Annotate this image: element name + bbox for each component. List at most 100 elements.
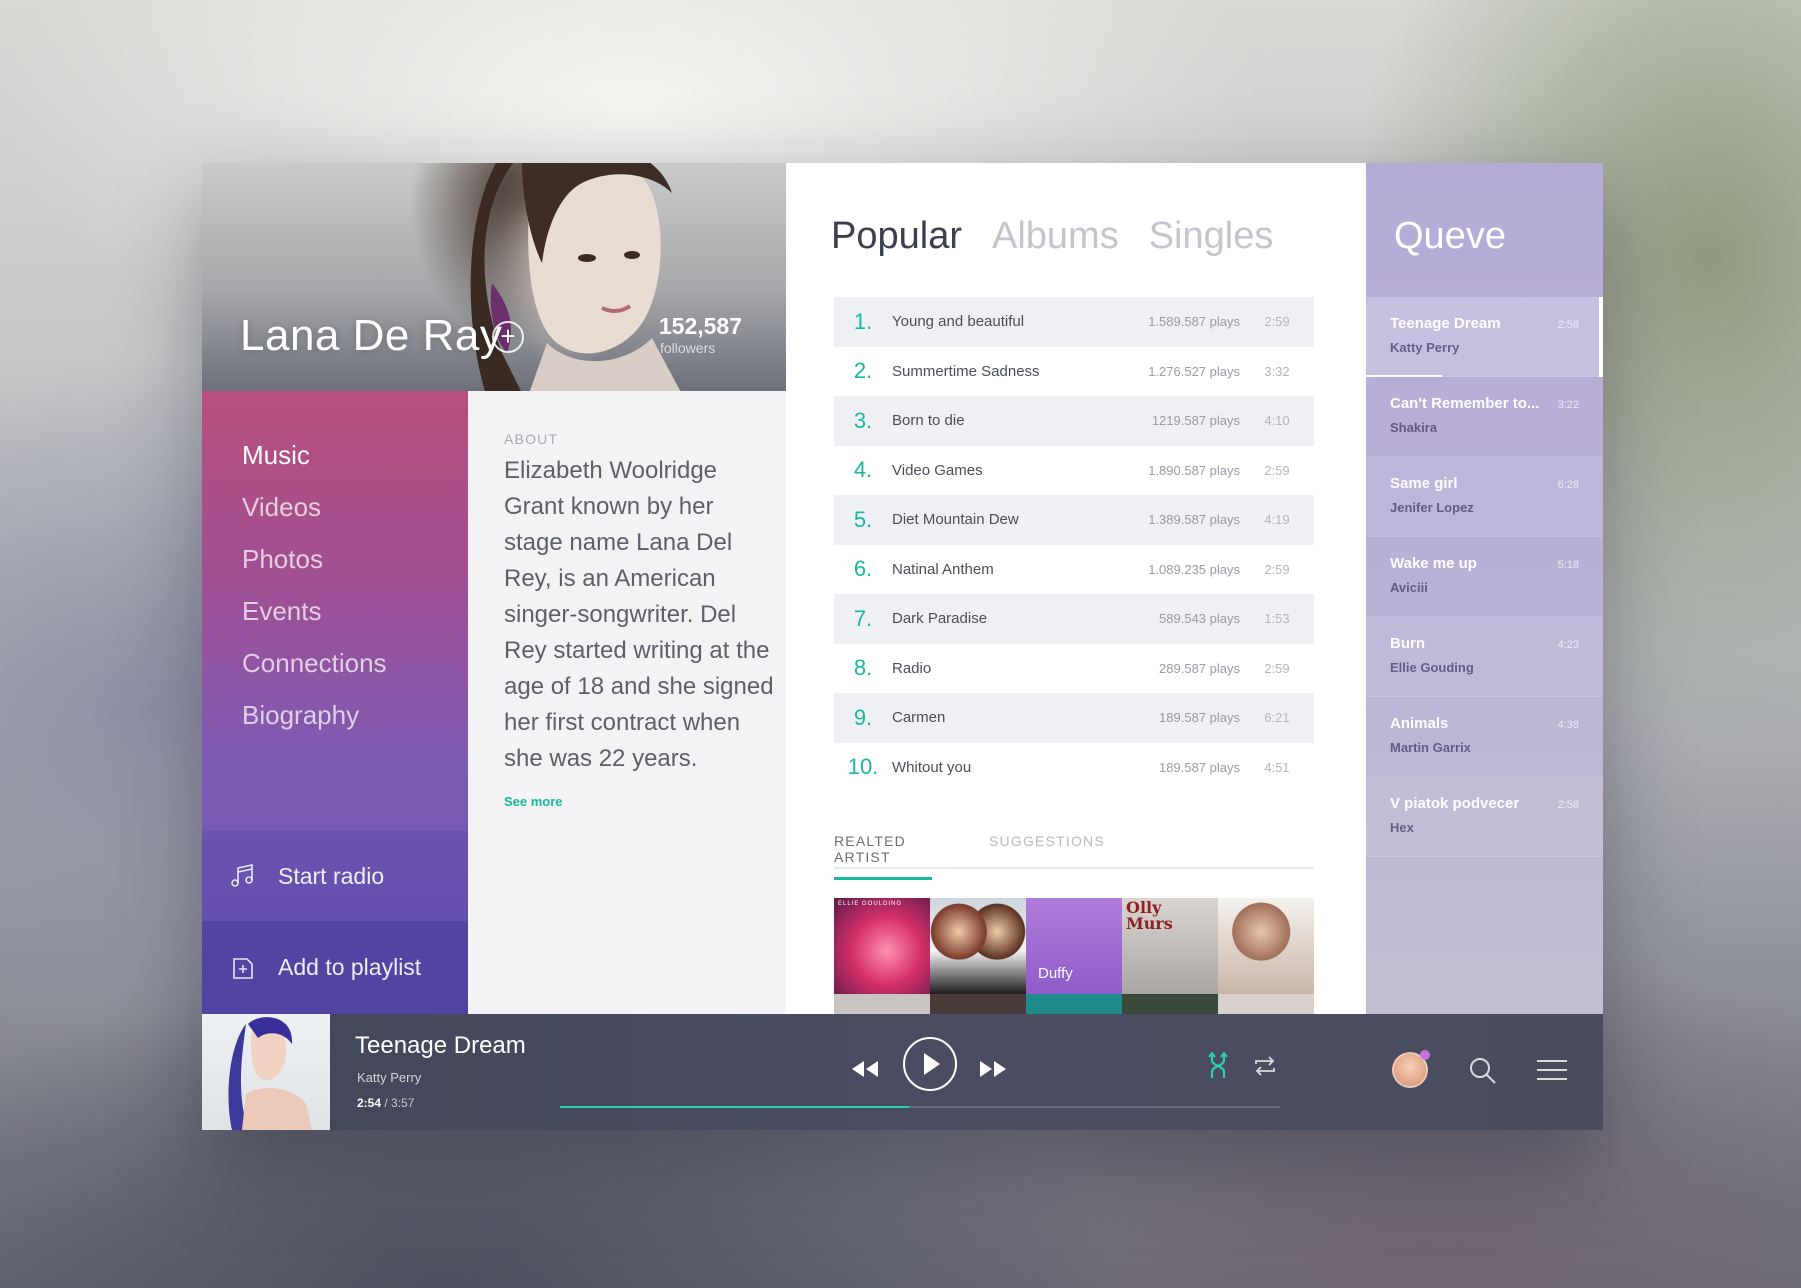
related-artist-tile[interactable] — [930, 898, 1026, 994]
nav-item-photos[interactable]: Photos — [242, 533, 387, 585]
track-number: 3. — [853, 407, 873, 433]
repeat-icon[interactable] — [1252, 1054, 1278, 1078]
time-current: 2:54 — [357, 1096, 382, 1110]
menu-icon[interactable] — [1536, 1058, 1568, 1082]
tile-caption: Duffy — [1038, 965, 1073, 982]
playback-time: 2:54 / 3:57 — [357, 1096, 414, 1110]
track-duration: 1:53 — [1264, 611, 1290, 627]
track-list: 1. Young and beautiful 1.589.587 plays 2… — [834, 297, 1314, 792]
related-artist-tile[interactable]: ELLIE GOULDING — [834, 898, 930, 994]
tab-singles[interactable]: Singles — [1149, 215, 1274, 258]
rewind-icon[interactable] — [850, 1058, 880, 1080]
cover-art — [228, 1017, 312, 1130]
related-artist-grid: ELLIE GOULDING Duffy Olly Murs — [834, 898, 1314, 994]
track-title: Born to die — [892, 412, 965, 430]
queue-item-artist: Jenifer Lopez — [1390, 500, 1474, 515]
related-artist-tile[interactable] — [1122, 994, 1218, 1014]
now-playing-artist: Katty Perry — [357, 1070, 422, 1085]
add-playlist-icon — [233, 957, 253, 979]
track-title: Carmen — [892, 709, 946, 727]
track-row[interactable]: 8. Radio 289.587 plays 2:59 — [834, 644, 1314, 694]
queue-item[interactable]: Animals Martin Garrix 4:38 — [1366, 697, 1603, 777]
tab-albums[interactable]: Albums — [992, 215, 1119, 258]
track-row[interactable]: 7. Dark Paradise 589.543 plays 1:53 — [834, 594, 1314, 644]
track-title: Whitout you — [892, 758, 972, 776]
track-number: 9. — [853, 704, 873, 730]
nav-item-biography[interactable]: Biography — [242, 689, 387, 741]
track-row[interactable]: 2. Summertime Sadness 1.276.527 plays 3:… — [834, 347, 1314, 397]
related-artist-tile[interactable] — [834, 994, 930, 1014]
see-more-link[interactable]: See more — [504, 794, 563, 809]
tab-popular[interactable]: Popular — [831, 215, 962, 258]
related-artist-tile[interactable] — [930, 994, 1026, 1014]
fast-forward-icon[interactable] — [978, 1058, 1008, 1080]
followers-label: followers — [660, 340, 716, 356]
about-text: Elizabeth Woolridge Grant known by her s… — [504, 457, 774, 772]
queue-item-title: Wake me up — [1390, 555, 1477, 572]
nav-item-music[interactable]: Music — [242, 429, 387, 481]
tile-caption: Olly Murs — [1126, 898, 1173, 933]
tile-caption: ELLIE GOULDING — [838, 901, 903, 907]
track-plays: 1.389.587 plays — [1148, 512, 1240, 528]
queue-item-artist: Aviciii — [1390, 580, 1428, 595]
start-radio-label: Start radio — [278, 862, 385, 889]
music-note-icon — [231, 864, 253, 887]
queue-item[interactable]: Wake me up Aviciii 5:18 — [1366, 537, 1603, 617]
track-row[interactable]: 3. Born to die 1219.587 plays 4:10 — [834, 396, 1314, 446]
queue-item[interactable]: Can't Remember to... Shakira 3:22 — [1366, 377, 1603, 457]
track-row[interactable]: 5. Diet Mountain Dew 1.389.587 plays 4:1… — [834, 495, 1314, 545]
track-row[interactable]: 10. Whitout you 189.587 plays 4:51 — [834, 743, 1314, 793]
start-radio-button[interactable]: Start radio — [202, 831, 468, 921]
player-bar: Teenage Dream Katty Perry 2:54 / 3:57 — [202, 1014, 1603, 1130]
nav-item-connections[interactable]: Connections — [242, 637, 387, 689]
track-plays: 1.890.587 plays — [1148, 462, 1240, 478]
track-plays: 189.587 plays — [1159, 759, 1240, 775]
track-number: 5. — [853, 506, 873, 532]
about-heading: ABOUT — [504, 431, 559, 447]
content-tabs: Popular Albums Singles — [831, 215, 1273, 258]
related-artist-tile[interactable]: Duffy — [1026, 898, 1122, 994]
nav-item-videos[interactable]: Videos — [242, 481, 387, 533]
nav-item-events[interactable]: Events — [242, 585, 387, 637]
queue-item-artist: Martin Garrix — [1390, 740, 1471, 755]
tab-suggestions[interactable]: SUGGESTIONS — [989, 833, 1105, 849]
related-artist-tile[interactable] — [1218, 898, 1314, 994]
track-duration: 4:10 — [1264, 413, 1290, 429]
track-title: Video Games — [892, 461, 983, 479]
tab-related-artist[interactable]: REALTED ARTIST — [834, 833, 932, 880]
track-row[interactable]: 4. Video Games 1.890.587 plays 2:59 — [834, 446, 1314, 496]
track-plays: 1.589.587 plays — [1148, 314, 1240, 330]
queue-item[interactable]: V piatok podvecer Hex 2:58 — [1366, 777, 1603, 857]
track-row[interactable]: 9. Carmen 189.587 plays 6:21 — [834, 693, 1314, 743]
progress-bar[interactable] — [560, 1106, 1280, 1108]
track-title: Dark Paradise — [892, 610, 988, 628]
related-artist-tile[interactable]: Olly Murs — [1122, 898, 1218, 994]
queue-item[interactable]: Burn Ellie Gouding 4:23 — [1366, 617, 1603, 697]
follow-button[interactable]: + — [492, 321, 524, 353]
queue-item-duration: 3:22 — [1557, 399, 1579, 411]
track-duration: 2:59 — [1264, 462, 1290, 478]
queue-item-artist: Katty Perry — [1390, 340, 1460, 355]
related-artist-grid-row2 — [834, 994, 1314, 1014]
add-to-playlist-button[interactable]: Add to playlist — [202, 921, 468, 1014]
play-icon[interactable] — [902, 1036, 958, 1092]
queue-item[interactable]: Same girl Jenifer Lopez 6:28 — [1366, 457, 1603, 537]
track-row[interactable]: 6. Natinal Anthem 1.089.235 plays 2:59 — [834, 545, 1314, 595]
queue-item-title: Teenage Dream — [1390, 315, 1501, 332]
related-artist-tile[interactable] — [1026, 994, 1122, 1014]
track-row[interactable]: 1. Young and beautiful 1.589.587 plays 2… — [834, 297, 1314, 347]
queue-item[interactable]: Teenage Dream Katty Perry 2:58 — [1366, 297, 1603, 377]
queue-item-artist: Shakira — [1390, 420, 1437, 435]
shuffle-icon[interactable] — [1208, 1052, 1228, 1080]
queue-item-duration: 2:58 — [1557, 799, 1579, 811]
progress-fill — [560, 1106, 910, 1108]
search-icon[interactable] — [1468, 1056, 1498, 1086]
queue-item-title: Burn — [1390, 635, 1425, 652]
queue-item-duration: 6:28 — [1557, 479, 1579, 491]
related-tabs: REALTED ARTIST SUGGESTIONS — [834, 833, 1314, 880]
track-plays: 1219.587 plays — [1151, 413, 1240, 429]
track-duration: 4:51 — [1264, 759, 1290, 775]
queue-list: Teenage Dream Katty Perry 2:58 Can't Rem… — [1366, 297, 1603, 857]
related-artist-tile[interactable] — [1218, 994, 1314, 1014]
track-number: 10. — [847, 754, 879, 780]
